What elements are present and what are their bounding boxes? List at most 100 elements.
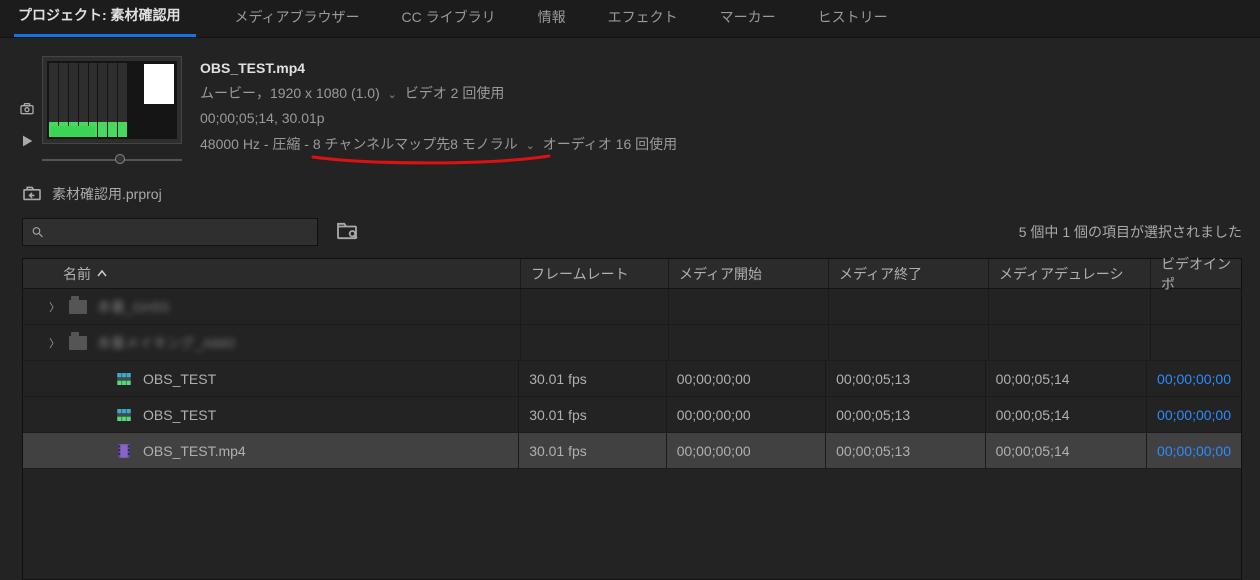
new-bin-icon[interactable] xyxy=(336,222,358,243)
col-header-media-start[interactable]: メディア開始 xyxy=(669,259,829,288)
tab-label: プロジェクト: 素材確認用 xyxy=(18,7,181,23)
bin-icon xyxy=(69,334,87,352)
cell-name: OBS_TEST xyxy=(23,361,519,396)
col-label: メディア開始 xyxy=(679,264,762,284)
clip-audio-line-a: 48000 Hz - 圧縮 - xyxy=(200,136,309,152)
col-label: 名前 xyxy=(63,264,91,284)
cell-m4 xyxy=(1151,289,1241,324)
col-label: メディアデュレーシ xyxy=(999,264,1123,284)
cell-m1 xyxy=(669,289,829,324)
cell-m3 xyxy=(989,325,1151,360)
cell-fps xyxy=(521,325,669,360)
col-header-framerate[interactable]: フレームレート xyxy=(521,259,669,288)
cell-m2: 00;00;05;13 xyxy=(826,433,985,468)
sequence-icon xyxy=(115,370,133,388)
cell-fps: 30.01 fps xyxy=(519,361,667,396)
tab-history[interactable]: ヒストリー xyxy=(814,0,892,37)
project-panel: プロジェクト: 素材確認用 メディアブラウザー CC ライブラリ 情報 エフェク… xyxy=(0,0,1260,580)
tab-label: 情報 xyxy=(538,9,566,25)
tab-info[interactable]: 情報 xyxy=(534,0,570,37)
cell-name: OBS_TEST xyxy=(23,397,519,432)
cell-m4 xyxy=(1151,325,1241,360)
preview-left xyxy=(18,56,182,166)
tab-media-browser[interactable]: メディアブラウザー xyxy=(230,0,363,37)
bin-icon xyxy=(69,298,87,316)
chevron-down-icon[interactable]: ⌄ xyxy=(384,89,401,101)
sort-ascending-icon xyxy=(97,266,107,282)
table-row[interactable]: 〉 本番メイキング_A860 xyxy=(23,325,1241,361)
cell-m3: 00;00;05;14 xyxy=(986,361,1147,396)
cell-fps: 30.01 fps xyxy=(519,433,667,468)
col-header-video-inpoint[interactable]: ビデオインポ xyxy=(1151,259,1241,288)
col-label: ビデオインポ xyxy=(1161,254,1231,294)
tab-effects[interactable]: エフェクト xyxy=(604,0,682,37)
cell-m2: 00;00;05;13 xyxy=(826,397,985,432)
cell-name: 〉 本番メイキング_A860 xyxy=(23,325,521,360)
cell-name: OBS_TEST.mp4 xyxy=(23,433,519,468)
tab-markers[interactable]: マーカー xyxy=(716,0,780,37)
cell-name: 〉 本番_GH55 xyxy=(23,289,521,324)
table-row[interactable]: OBS_TEST30.01 fps00;00;00;0000;00;05;130… xyxy=(23,361,1241,397)
project-file-name: 素材確認用.prproj xyxy=(52,184,162,204)
item-name: OBS_TEST.mp4 xyxy=(143,443,246,459)
cell-m1: 00;00;00;00 xyxy=(667,433,826,468)
table-row[interactable]: OBS_TEST30.01 fps00;00;00;0000;00;05;130… xyxy=(23,397,1241,433)
search-icon xyxy=(31,225,44,239)
project-item-list: 名前 フレームレート メディア開始 メディア終了 メディアデュレーシ ビデオイン… xyxy=(22,258,1242,580)
clip-thumbnail[interactable] xyxy=(42,56,182,144)
search-input[interactable] xyxy=(22,218,318,246)
video-inpoint-value[interactable]: 00;00;00;00 xyxy=(1157,443,1231,459)
tab-label: マーカー xyxy=(720,9,776,25)
sequence-icon xyxy=(115,406,133,424)
col-label: メディア終了 xyxy=(839,264,922,284)
list-body: 〉本番_GH55〉本番メイキング_A860OBS_TEST30.01 fps00… xyxy=(23,289,1241,579)
clip-audio-usage: オーディオ 16 回使用 xyxy=(543,136,677,152)
toolbar-row: 5 個中 1 個の項目が選択されました xyxy=(0,204,1260,252)
col-label: フレームレート xyxy=(531,264,629,284)
table-row[interactable]: 〉 本番_GH55 xyxy=(23,289,1241,325)
col-header-media-duration[interactable]: メディアデュレーシ xyxy=(989,259,1151,288)
video-inpoint-value[interactable]: 00;00;00;00 xyxy=(1157,407,1231,423)
cell-m3: 00;00;05;14 xyxy=(986,397,1147,432)
item-name: OBS_TEST xyxy=(143,371,216,387)
cell-m4: 00;00;00;00 xyxy=(1147,397,1241,432)
clip-audio-highlight: 8 チャンネルマップ先8 モノラル xyxy=(313,136,518,152)
tab-project[interactable]: プロジェクト: 素材確認用 xyxy=(14,0,196,37)
clip-metadata: OBS_TEST.mp4 ムービー，1920 x 1080 (1.0) ⌄ ビデ… xyxy=(200,56,1246,166)
project-home-icon[interactable] xyxy=(22,185,42,204)
clip-timecode-line: 00;00;05;14, 30.01p xyxy=(200,106,1246,131)
tab-label: ヒストリー xyxy=(818,9,888,25)
video-inpoint-value[interactable]: 00;00;00;00 xyxy=(1157,371,1231,387)
play-icon[interactable] xyxy=(18,132,36,150)
cell-m3 xyxy=(989,289,1151,324)
item-name: 本番_GH55 xyxy=(97,297,169,317)
tab-cc-libraries[interactable]: CC ライブラリ xyxy=(397,0,499,37)
poster-frame-icon[interactable] xyxy=(18,100,36,118)
tab-label: CC ライブラリ xyxy=(401,9,495,25)
col-header-name[interactable]: 名前 xyxy=(23,259,521,288)
cell-m4: 00;00;00;00 xyxy=(1147,361,1241,396)
tab-label: エフェクト xyxy=(608,9,678,25)
cell-fps: 30.01 fps xyxy=(519,397,667,432)
col-header-media-end[interactable]: メディア終了 xyxy=(829,259,989,288)
tab-label: メディアブラウザー xyxy=(234,9,359,25)
cell-m1: 00;00;00;00 xyxy=(667,397,826,432)
cell-m1: 00;00;00;00 xyxy=(667,361,826,396)
selection-status: 5 個中 1 個の項目が選択されました xyxy=(1019,222,1242,242)
cell-m2 xyxy=(829,325,989,360)
search-field[interactable] xyxy=(48,225,309,240)
preview-header: OBS_TEST.mp4 ムービー，1920 x 1080 (1.0) ⌄ ビデ… xyxy=(0,38,1260,166)
expand-chevron-icon[interactable]: 〉 xyxy=(49,299,59,315)
item-name: 本番メイキング_A860 xyxy=(97,333,235,353)
movie-clip-icon xyxy=(115,442,133,460)
table-row[interactable]: OBS_TEST.mp430.01 fps00;00;00;0000;00;05… xyxy=(23,433,1241,469)
chevron-down-icon[interactable]: ⌄ xyxy=(522,140,539,152)
expand-chevron-icon[interactable]: 〉 xyxy=(49,335,59,351)
cell-m2 xyxy=(829,289,989,324)
cell-fps xyxy=(521,289,669,324)
thumbnail-scrubber[interactable] xyxy=(42,152,182,166)
cell-m1 xyxy=(669,325,829,360)
clip-format-line: ムービー，1920 x 1080 (1.0) xyxy=(200,85,380,101)
cell-m2: 00;00;05;13 xyxy=(826,361,985,396)
annotation-underline-icon xyxy=(311,153,551,167)
